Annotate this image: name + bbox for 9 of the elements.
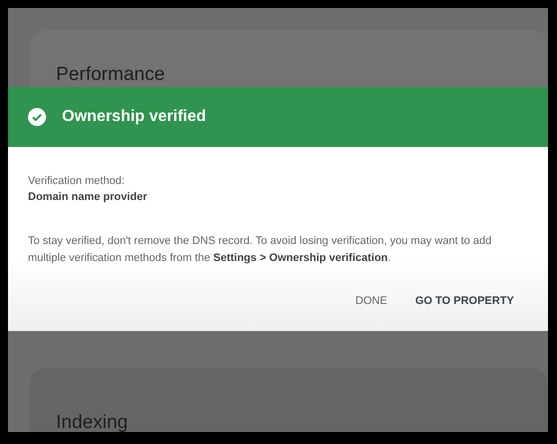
done-button[interactable]: DONE — [345, 289, 398, 313]
go-to-property-button[interactable]: GO TO PROPERTY — [405, 289, 524, 313]
check-circle-icon — [28, 108, 46, 126]
message-text: To stay verified, don't remove the DNS record. To avoid losing verification, you may want to add multiple verification methods from the Settings > Ownership verification. — [28, 234, 493, 266]
card-title: Indexing — [56, 412, 128, 432]
method-label: Verification method: — [28, 174, 126, 189]
dialog-title: Ownership verified — [62, 108, 206, 126]
method-value: Domain name provider — [28, 190, 148, 205]
card-title: Performance — [56, 64, 165, 86]
